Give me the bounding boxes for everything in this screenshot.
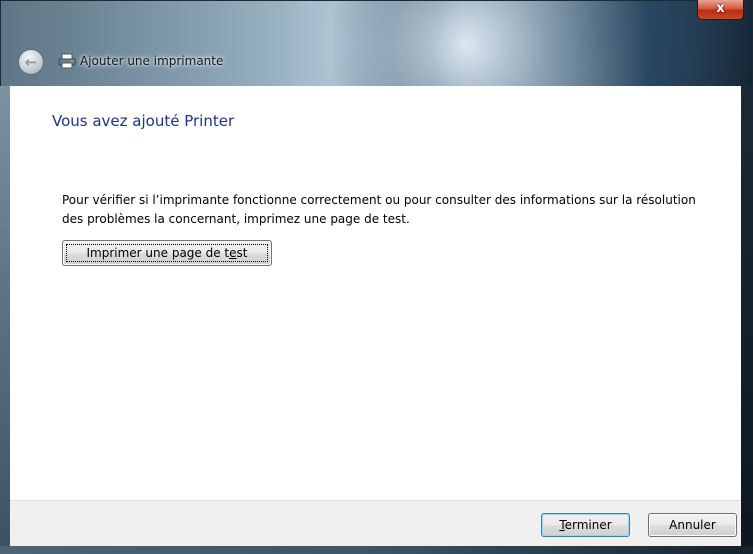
cancel-button[interactable]: Annuler: [648, 513, 737, 537]
window-title: Ajouter une imprimante: [80, 54, 224, 68]
focus-rectangle: [66, 244, 268, 262]
back-arrow-icon: ←: [24, 53, 38, 71]
finish-label: Terminer: [559, 518, 612, 532]
finish-button[interactable]: Terminer: [541, 513, 630, 537]
description-text: Pour vérifier si l’imprimante fonctionne…: [62, 193, 696, 226]
back-button[interactable]: ←: [18, 49, 44, 75]
content-panel: [10, 86, 741, 500]
printer-icon: [58, 53, 76, 69]
window-border-left: [0, 86, 10, 554]
close-button[interactable]: x: [697, 0, 744, 20]
window-border-bottom: [0, 546, 753, 554]
close-icon: x: [716, 1, 725, 16]
print-test-page-button[interactable]: Imprimer une page de test: [62, 240, 272, 266]
page-heading: Vous avez ajouté Printer: [52, 112, 235, 130]
window-border-right: [741, 86, 753, 554]
footer-bar: [10, 500, 741, 546]
